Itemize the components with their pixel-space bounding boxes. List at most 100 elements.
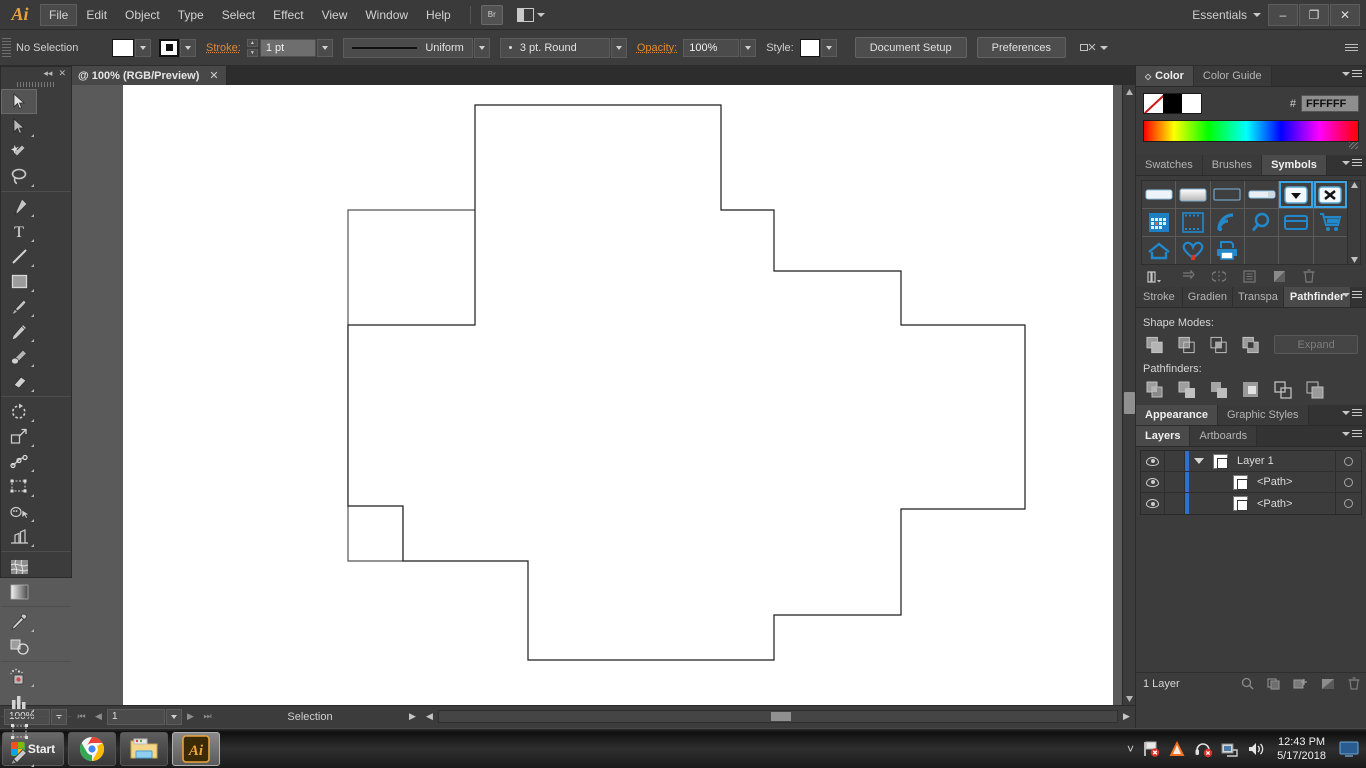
tab-layers[interactable]: Layers (1136, 426, 1191, 446)
column-graph-tool[interactable] (1, 689, 37, 714)
tab-artboards[interactable]: Artboards (1190, 426, 1258, 446)
taskbar-clock[interactable]: 12:43 PM 5/17/2018 (1273, 735, 1330, 763)
layer-target-icon[interactable] (1335, 472, 1361, 492)
paintbrush-tool[interactable] (1, 294, 37, 319)
perspective-grid-tool[interactable] (1, 524, 37, 549)
tab-appearance[interactable]: Appearance (1136, 405, 1218, 425)
none-swatch-icon[interactable] (1144, 94, 1163, 113)
exclude-button[interactable] (1242, 336, 1260, 354)
layer-name[interactable]: <Path> (1251, 476, 1335, 488)
menu-effect[interactable]: Effect (264, 4, 312, 26)
taskbar-item-explorer[interactable] (120, 731, 168, 766)
taskbar-item-illustrator[interactable]: Ai (172, 731, 220, 766)
volume-icon[interactable] (1247, 740, 1265, 758)
symbol-close-x[interactable] (1313, 181, 1347, 208)
taskbar-item-chrome[interactable] (68, 731, 116, 766)
layers-panel-menu-button[interactable] (1342, 430, 1362, 437)
scroll-up-arrow-icon[interactable] (1123, 85, 1135, 98)
stroke-dropdown-button[interactable] (180, 38, 196, 57)
color-swatches[interactable] (1143, 93, 1202, 114)
cross-path-front[interactable] (347, 104, 1026, 661)
vertical-scroll-thumb[interactable] (1124, 392, 1135, 414)
symbol-printer[interactable] (1210, 237, 1244, 264)
symbol-button-outline[interactable] (1210, 181, 1244, 208)
make-mask-icon[interactable] (1267, 677, 1280, 690)
close-panel-icon[interactable]: ✕ (58, 68, 66, 79)
brush-dropdown-button[interactable] (610, 37, 627, 58)
layer-name[interactable]: Layer 1 (1231, 455, 1335, 467)
workspace-label[interactable]: Essentials (1192, 8, 1247, 22)
new-sublayer-icon[interactable] (1293, 678, 1308, 690)
layer-row[interactable]: Layer 1 (1141, 451, 1361, 472)
symbol-dropdown-arrow[interactable] (1279, 181, 1313, 208)
status-menu-arrow-icon[interactable]: ▶ (404, 709, 421, 725)
merge-button[interactable] (1210, 381, 1229, 399)
layer-lock-cell[interactable] (1165, 493, 1185, 514)
divide-button[interactable] (1146, 381, 1165, 399)
symbol-shopping-cart[interactable] (1313, 209, 1347, 236)
color-panel-resize-grip[interactable] (1143, 142, 1359, 149)
symbol-empty-cell[interactable] (1313, 237, 1347, 264)
avast-icon[interactable] (1168, 740, 1186, 758)
stroke-weight-dropdown-button[interactable] (316, 38, 333, 57)
layer-row[interactable]: <Path> (1141, 493, 1361, 514)
tab-gradient[interactable]: Gradien (1182, 287, 1233, 307)
rectangle-tool[interactable] (1, 269, 37, 294)
canvas-vertical-scrollbar[interactable] (1122, 85, 1135, 705)
artboard-number-field[interactable]: 1 (107, 708, 165, 725)
arrange-documents-button[interactable] (516, 7, 545, 22)
last-artboard-button[interactable]: ⏭ (199, 709, 216, 725)
network-flag-icon[interactable] (1142, 740, 1160, 758)
menu-window[interactable]: Window (356, 4, 417, 26)
crop-button[interactable] (1242, 381, 1261, 399)
stroke-weight-label[interactable]: Stroke: (206, 42, 241, 54)
minimize-button[interactable]: – (1268, 3, 1298, 26)
blend-tool[interactable] (1, 634, 37, 659)
magic-wand-tool[interactable] (1, 139, 37, 164)
symbol-sprayer-tool[interactable] (1, 664, 37, 689)
canvas-area[interactable] (0, 85, 1135, 705)
document-setup-button[interactable]: Document Setup (854, 37, 967, 58)
workspace-chevron-down-icon[interactable] (1253, 12, 1261, 17)
tab-stroke[interactable]: Stroke (1136, 287, 1183, 307)
menu-edit[interactable]: Edit (77, 4, 116, 26)
minus-back-button[interactable] (1306, 381, 1325, 399)
brush-definition-field[interactable]: 3 pt. Round (499, 37, 610, 58)
pathfinder-panel-menu-button[interactable] (1342, 291, 1362, 298)
document-tab[interactable]: @ 100% (RGB/Preview) ✕ (72, 66, 227, 85)
graphic-style-swatch[interactable] (799, 38, 820, 57)
menu-file[interactable]: File (40, 3, 78, 26)
intersect-button[interactable] (1210, 336, 1228, 354)
horizontal-scrollbar[interactable] (438, 710, 1118, 723)
layer-target-icon[interactable] (1335, 493, 1361, 514)
opacity-label[interactable]: Opacity: (637, 42, 677, 54)
symbol-dropdown-field[interactable] (1244, 181, 1279, 208)
first-artboard-button[interactable]: ⏮ (73, 709, 90, 725)
tab-symbols[interactable]: Symbols (1262, 155, 1327, 175)
transform-chevron-down-icon[interactable] (1099, 45, 1108, 50)
break-link-icon[interactable] (1212, 270, 1226, 283)
eraser-tool[interactable] (1, 369, 37, 394)
symbol-magnifier[interactable] (1244, 209, 1279, 236)
close-button[interactable]: ✕ (1330, 3, 1360, 26)
hscroll-left-arrow-icon[interactable]: ◀ (421, 709, 438, 725)
slice-tool[interactable] (1, 744, 37, 768)
selection-tool[interactable] (1, 89, 37, 114)
tab-color-guide[interactable]: Color Guide (1193, 66, 1272, 86)
tab-color[interactable]: ◇ Color (1136, 66, 1194, 86)
mesh-tool[interactable] (1, 554, 37, 579)
symbols-scrollbar[interactable] (1348, 180, 1361, 265)
layer-row[interactable]: <Path> (1141, 472, 1361, 493)
layer-target-icon[interactable] (1335, 451, 1361, 471)
layer-visibility-icon[interactable] (1141, 451, 1165, 471)
stroke-profile-field[interactable]: Uniform (342, 37, 473, 58)
menu-select[interactable]: Select (213, 4, 264, 26)
control-bar-grip[interactable] (2, 37, 11, 58)
style-dropdown-button[interactable] (820, 38, 837, 57)
next-artboard-button[interactable]: ▶ (182, 709, 199, 725)
appearance-panel-menu-button[interactable] (1342, 409, 1362, 416)
symbol-options-icon[interactable] (1243, 269, 1256, 283)
symbol-rss-feed[interactable] (1210, 209, 1244, 236)
show-desktop-icon[interactable] (1338, 740, 1360, 758)
symbol-button-light[interactable] (1142, 181, 1176, 208)
